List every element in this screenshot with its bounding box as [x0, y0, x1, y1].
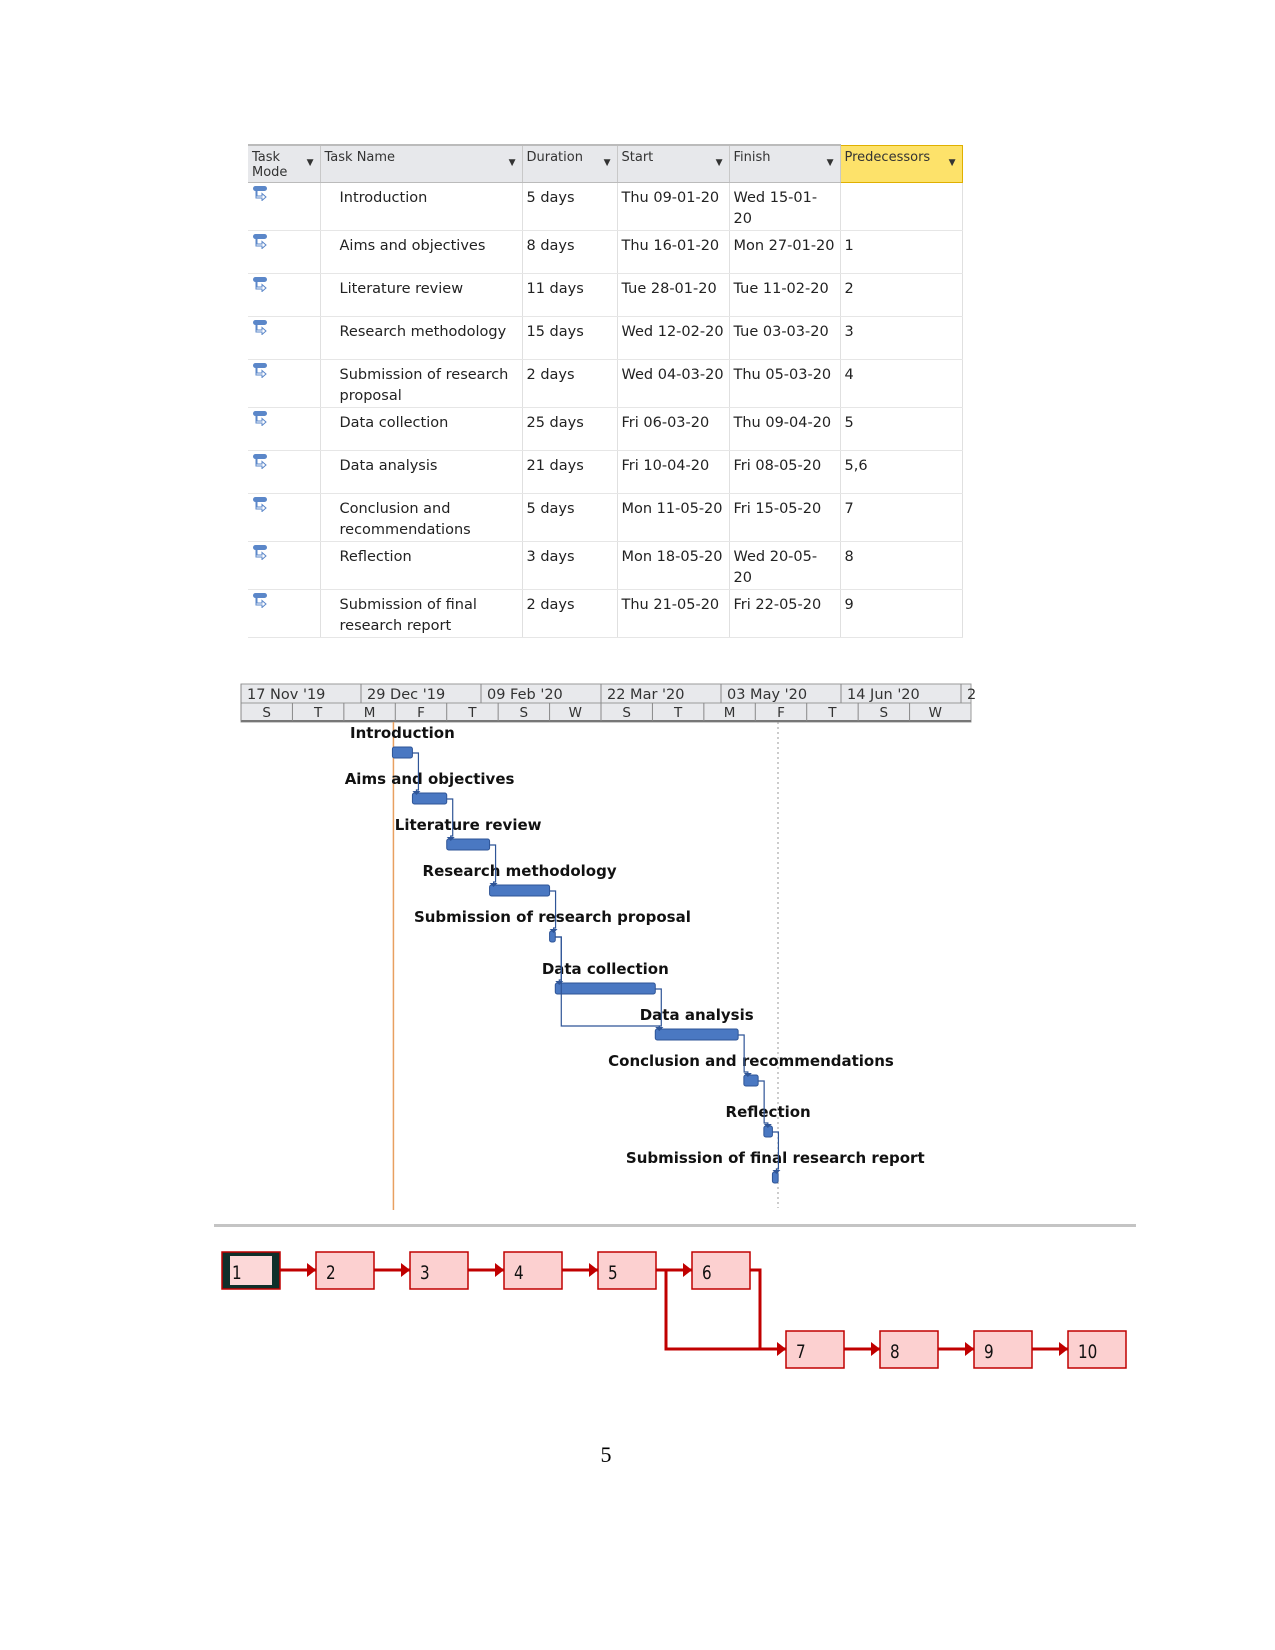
arrow-head-icon — [1059, 1342, 1068, 1356]
network-node[interactable] — [691, 1251, 751, 1290]
arrow-head-icon — [965, 1342, 974, 1356]
arrow-head-icon — [871, 1342, 880, 1356]
arrow-head-icon — [589, 1263, 598, 1277]
page-number: 5 — [600, 1442, 612, 1467]
arrow-head-icon — [777, 1342, 786, 1356]
network-node[interactable] — [597, 1251, 657, 1290]
network-node-label: 7 — [796, 1341, 806, 1363]
network-node[interactable] — [409, 1251, 469, 1290]
arrow-head-icon — [683, 1263, 692, 1277]
network-node-label: 8 — [890, 1341, 900, 1363]
arrow-head-icon — [307, 1263, 316, 1277]
arrow-head-icon — [401, 1263, 410, 1277]
network-diagram: 1 2 3 4 5 6 7 8 9 10 — [221, 1251, 1127, 1369]
network-node-label: 4 — [514, 1262, 524, 1284]
network-node[interactable] — [503, 1251, 563, 1290]
network-node-label: 6 — [702, 1262, 712, 1284]
network-node-label: 3 — [420, 1262, 430, 1284]
network-node-label: 9 — [984, 1341, 994, 1363]
network-node[interactable] — [315, 1251, 375, 1290]
network-node-label: 2 — [326, 1262, 336, 1284]
network-node[interactable] — [785, 1330, 845, 1369]
network-node-label: 1 — [232, 1262, 242, 1284]
network-link — [750, 1268, 762, 1349]
arrow-head-icon — [495, 1263, 504, 1277]
network-node[interactable] — [879, 1330, 939, 1369]
network-node-label: 10 — [1078, 1341, 1097, 1363]
network-node-label: 5 — [608, 1262, 618, 1284]
network-node[interactable] — [973, 1330, 1033, 1369]
